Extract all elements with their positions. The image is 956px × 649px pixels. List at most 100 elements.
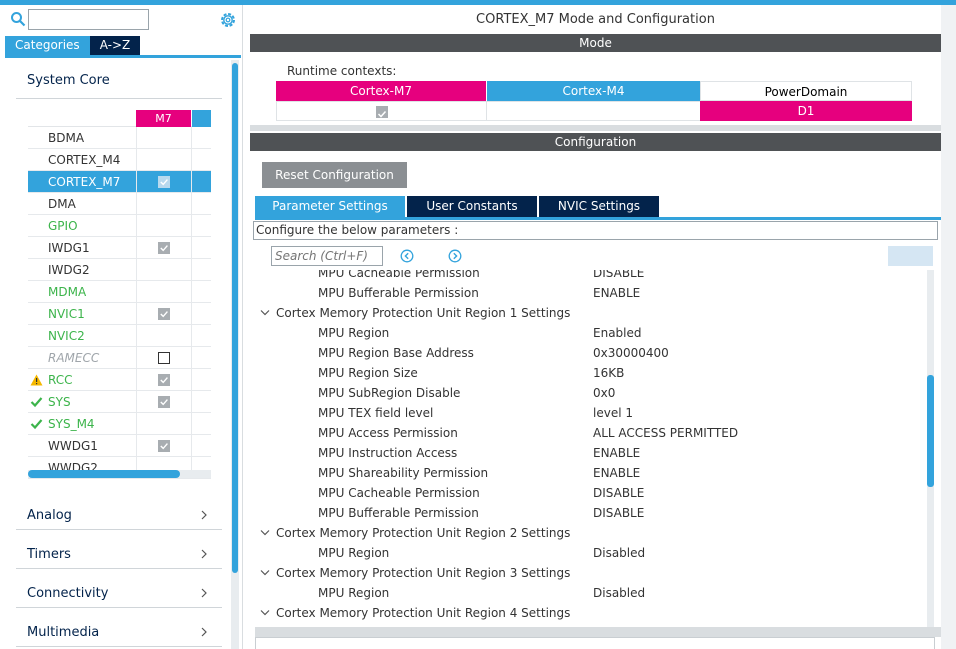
parameter-row[interactable]: MPU Cacheable Permission DISABLE [255, 483, 925, 503]
m7-checkbox[interactable] [158, 374, 170, 386]
component-row-cortex-m4[interactable]: CORTEX_M4 [28, 149, 211, 171]
parameter-row[interactable]: MPU Region Disabled [255, 583, 925, 603]
column-separator [136, 325, 137, 346]
mode-section-bar[interactable]: Mode [250, 34, 941, 52]
chevron-right-icon [201, 627, 207, 637]
m7-checkbox[interactable] [158, 396, 170, 408]
search-result-indicator [888, 246, 933, 266]
context-cortex-m7-cell[interactable] [276, 101, 487, 121]
m7-checkbox[interactable] [158, 176, 170, 188]
parameter-scrollbar-thumb[interactable] [927, 375, 934, 487]
column-separator [191, 193, 192, 214]
category-analog[interactable]: Analog [16, 492, 222, 530]
parameter-row[interactable]: MPU Instruction Access ENABLE [255, 443, 925, 463]
gear-icon[interactable] [219, 11, 237, 29]
parameter-row[interactable]: MPU Access Permission ALL ACCESS PERMITTE… [255, 423, 925, 443]
group-label: Cortex Memory Protection Unit Region 3 S… [276, 566, 571, 580]
parameter-value[interactable]: ENABLE [593, 463, 640, 483]
parameter-row[interactable]: MPU Region Disabled [255, 543, 925, 563]
category-multimedia[interactable]: Multimedia [16, 609, 222, 647]
tab-parameter-settings[interactable]: Parameter Settings [255, 196, 405, 217]
parameter-value[interactable]: Disabled [593, 543, 645, 563]
group-row-cortex-memory-protection-unit-region-3-settings[interactable]: Cortex Memory Protection Unit Region 3 S… [255, 563, 925, 583]
component-row-nvic2[interactable]: NVIC2 [28, 325, 211, 347]
parameter-row[interactable]: MPU TEX field level level 1 [255, 403, 925, 423]
component-row-nvic1[interactable]: NVIC1 [28, 303, 211, 325]
m7-checkbox[interactable] [158, 440, 170, 452]
component-row-dma[interactable]: DMA [28, 193, 211, 215]
parameter-value[interactable]: DISABLE [593, 503, 644, 523]
parameter-row[interactable]: MPU Bufferable Permission ENABLE [255, 283, 925, 303]
parameter-row[interactable]: MPU Region Enabled [255, 323, 925, 343]
component-row-wwdg1[interactable]: WWDG1 [28, 435, 211, 457]
group-row-cortex-memory-protection-unit-region-4-settings[interactable]: Cortex Memory Protection Unit Region 4 S… [255, 603, 925, 623]
parameter-value[interactable]: Disabled [593, 583, 645, 603]
configuration-section-bar[interactable]: Configuration [250, 133, 941, 151]
chevron-down-icon[interactable] [260, 529, 270, 537]
parameter-row[interactable]: MPU SubRegion Disable 0x0 [255, 383, 925, 403]
component-row-gpio[interactable]: GPIO [28, 215, 211, 237]
parameter-value[interactable]: 16KB [593, 363, 624, 383]
tab-a-to-z[interactable]: A->Z [89, 36, 141, 55]
component-row-sys-m4[interactable]: SYS_M4 [28, 413, 211, 435]
m7-checkbox[interactable] [158, 352, 170, 364]
chevron-down-icon[interactable] [260, 309, 270, 317]
parameter-value[interactable]: ENABLE [593, 443, 640, 463]
component-name: BDMA [48, 131, 85, 145]
parameter-row[interactable]: MPU Bufferable Permission DISABLE [255, 503, 925, 523]
parameter-value[interactable]: level 1 [593, 403, 633, 423]
parameter-value[interactable]: ALL ACCESS PERMITTED [593, 423, 738, 443]
column-separator [136, 369, 137, 390]
column-separator [136, 435, 137, 456]
group-row-cortex-memory-protection-unit-region-1-settings[interactable]: Cortex Memory Protection Unit Region 1 S… [255, 303, 925, 323]
parameter-row[interactable]: MPU Shareability Permission ENABLE [255, 463, 925, 483]
next-circle-icon[interactable] [448, 249, 462, 263]
parameter-value[interactable]: 0x0 [593, 383, 615, 403]
left-scrollbar-thumb[interactable] [232, 63, 238, 573]
component-row-bdma[interactable]: BDMA [28, 127, 211, 149]
category-timers[interactable]: Timers [16, 531, 222, 569]
component-name: SYS [48, 395, 71, 409]
outer-scrollbar[interactable] [941, 5, 956, 649]
context-cortex-m4-cell[interactable] [486, 101, 701, 121]
component-row-ramecc[interactable]: RAMECC [28, 347, 211, 369]
search-icon[interactable] [10, 11, 26, 27]
group-row-cortex-memory-protection-unit-region-2-settings[interactable]: Cortex Memory Protection Unit Region 2 S… [255, 523, 925, 543]
category-connectivity[interactable]: Connectivity [16, 570, 222, 608]
bottom-divider-bar[interactable] [255, 627, 941, 637]
component-row-mdma[interactable]: MDMA [28, 281, 211, 303]
horizontal-scrollbar-thumb[interactable] [28, 470, 180, 478]
parameter-value[interactable]: Enabled [593, 323, 642, 343]
column-separator [136, 347, 137, 368]
component-search-input[interactable] [28, 9, 149, 30]
column-separator [191, 127, 192, 148]
component-row-sys[interactable]: SYS [28, 391, 211, 413]
parameter-value[interactable]: DISABLE [593, 270, 644, 283]
parameter-value[interactable]: ENABLE [593, 283, 640, 303]
parameter-row[interactable]: MPU Cacheable Permission DISABLE [255, 270, 925, 283]
context-cortex-m7-checkbox[interactable] [376, 106, 388, 118]
parameter-name: MPU Instruction Access [318, 446, 458, 460]
m7-checkbox[interactable] [158, 308, 170, 320]
left-panel: Categories A->Z System Core M7 BDMA CORTE… [0, 5, 243, 649]
component-row-rcc[interactable]: RCC [28, 369, 211, 391]
reset-configuration-button[interactable]: Reset Configuration [262, 162, 407, 188]
parameter-name: MPU Bufferable Permission [318, 286, 479, 300]
parameter-value[interactable]: DISABLE [593, 483, 644, 503]
chevron-down-icon[interactable] [260, 569, 270, 577]
component-row-cortex-m7[interactable]: CORTEX_M7 [28, 171, 211, 193]
parameter-name: MPU Shareability Permission [318, 466, 489, 480]
tab-nvic-settings[interactable]: NVIC Settings [539, 196, 659, 217]
tab-user-constants[interactable]: User Constants [407, 196, 537, 217]
parameter-value[interactable]: 0x30000400 [593, 343, 669, 363]
component-row-iwdg2[interactable]: IWDG2 [28, 259, 211, 281]
component-row-iwdg1[interactable]: IWDG1 [28, 237, 211, 259]
parameter-row[interactable]: MPU Region Base Address 0x30000400 [255, 343, 925, 363]
tab-categories[interactable]: Categories [5, 36, 90, 55]
chevron-down-icon[interactable] [260, 609, 270, 617]
m7-checkbox[interactable] [158, 242, 170, 254]
category-header-system-core[interactable]: System Core [27, 73, 110, 88]
parameter-search-input[interactable] [271, 246, 383, 266]
prev-circle-icon[interactable] [400, 249, 414, 263]
parameter-row[interactable]: MPU Region Size 16KB [255, 363, 925, 383]
